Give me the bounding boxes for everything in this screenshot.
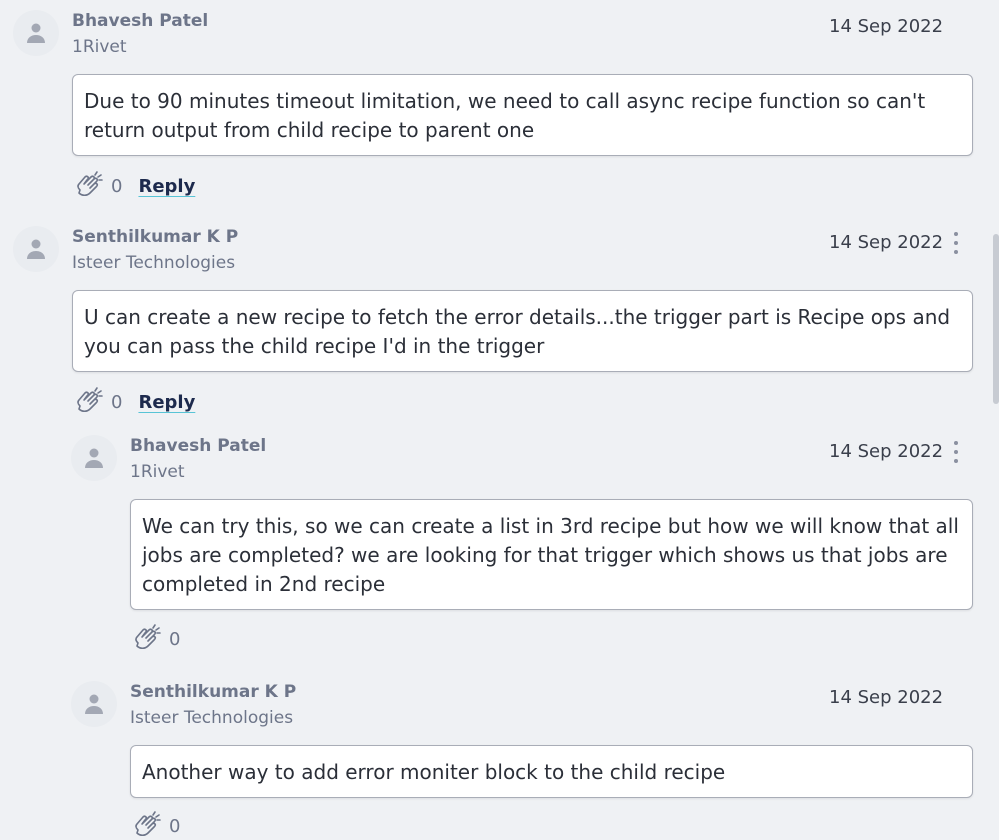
avatar[interactable] xyxy=(13,226,59,272)
comment-date: 14 Sep 2022 xyxy=(829,687,944,708)
clap-button[interactable] xyxy=(72,169,106,203)
more-options-button[interactable] xyxy=(949,232,963,254)
author-name[interactable]: Bhavesh Patel xyxy=(130,436,266,456)
reply-link[interactable]: Reply xyxy=(138,392,195,413)
comment-body: Another way to add error moniter block t… xyxy=(130,745,973,798)
clap-icon xyxy=(135,624,161,650)
clap-icon xyxy=(135,811,161,837)
clap-button[interactable] xyxy=(130,809,164,840)
author-company: 1Rivet xyxy=(72,37,127,57)
author-company: Isteer Technologies xyxy=(72,253,236,273)
comment-actions: 0 xyxy=(130,622,180,656)
user-placeholder-icon xyxy=(85,448,103,468)
clap-count: 0 xyxy=(111,175,123,197)
comment-actions: 0 xyxy=(130,809,180,840)
avatar[interactable] xyxy=(71,681,117,727)
avatar[interactable] xyxy=(13,10,59,56)
comment-body: We can try this, so we can create a list… xyxy=(130,499,973,610)
clap-count: 0 xyxy=(169,628,181,650)
author-name[interactable]: Senthilkumar K P xyxy=(130,682,296,702)
vertical-scrollbar[interactable] xyxy=(993,234,999,404)
author-name[interactable]: Bhavesh Patel xyxy=(72,11,208,31)
avatar[interactable] xyxy=(71,435,117,481)
comment-body: Due to 90 minutes timeout limitation, we… xyxy=(72,74,973,156)
comment-body: U can create a new recipe to fetch the e… xyxy=(72,290,973,372)
more-options-button[interactable] xyxy=(949,441,963,463)
comment-date: 14 Sep 2022 xyxy=(829,232,944,253)
more-vertical-icon xyxy=(954,232,958,236)
reply-link[interactable]: Reply xyxy=(138,176,195,197)
clap-icon xyxy=(77,171,103,197)
clap-count: 0 xyxy=(111,391,123,413)
user-placeholder-icon xyxy=(27,239,45,259)
clap-button[interactable] xyxy=(72,385,106,419)
user-placeholder-icon xyxy=(27,23,45,43)
clap-button[interactable] xyxy=(130,622,164,656)
comment-date: 14 Sep 2022 xyxy=(829,441,944,462)
author-company: 1Rivet xyxy=(130,462,185,482)
clap-icon xyxy=(77,387,103,413)
author-name[interactable]: Senthilkumar K P xyxy=(72,227,238,247)
comment-date: 14 Sep 2022 xyxy=(829,16,944,37)
more-vertical-icon xyxy=(954,441,958,445)
author-company: Isteer Technologies xyxy=(130,708,294,728)
comment-actions: 0 Reply xyxy=(72,385,195,419)
comment-thread: Bhavesh Patel 1Rivet 14 Sep 2022 Due to … xyxy=(0,0,999,840)
user-placeholder-icon xyxy=(85,694,103,714)
comment-actions: 0 Reply xyxy=(72,169,195,203)
clap-count: 0 xyxy=(169,815,181,837)
